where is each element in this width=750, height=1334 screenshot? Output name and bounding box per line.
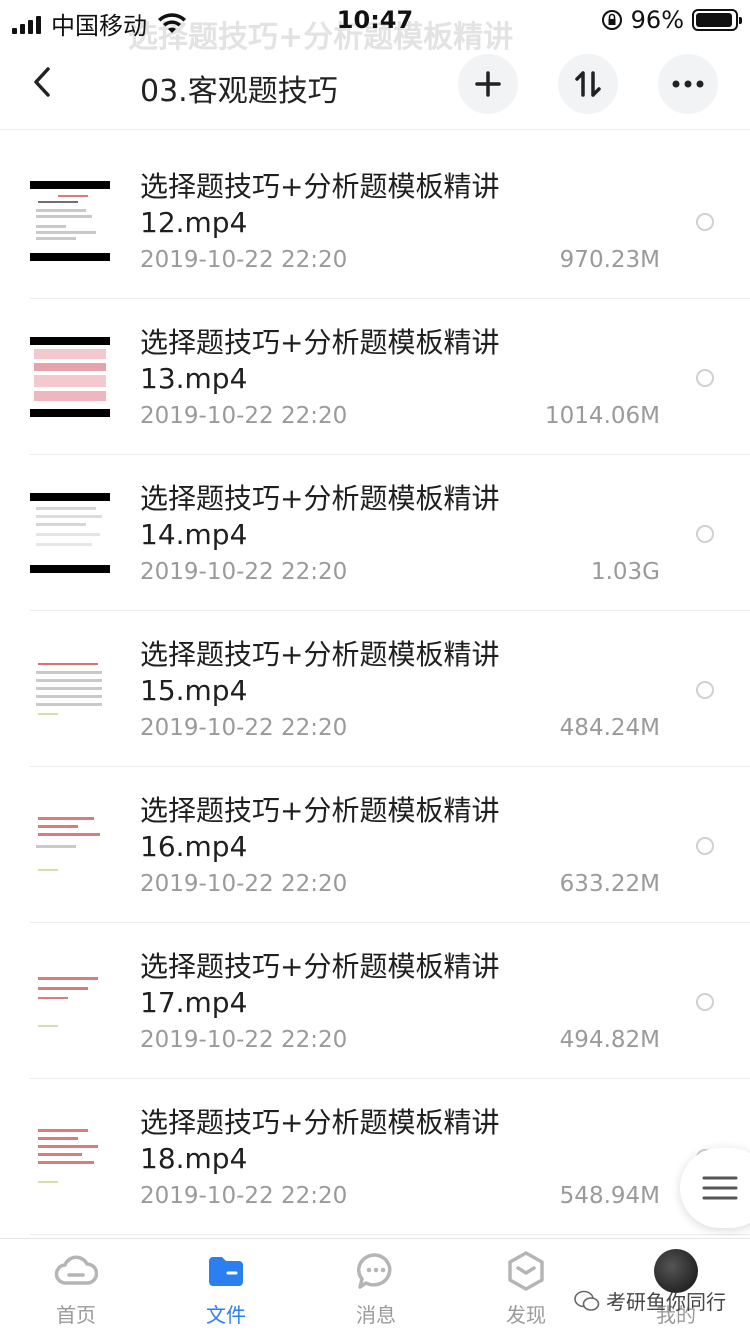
rotation-lock-icon <box>601 10 622 30</box>
file-date: 2019-10-22 22:20 <box>140 1183 348 1209</box>
file-row[interactable]: 选择题技巧+分析题模板精讲17.mp4 2019-10-22 22:20 494… <box>0 923 750 1079</box>
file-list: 选择题技巧+分析题模板精讲12.mp4 2019-10-22 22:20 970… <box>0 143 750 1235</box>
folder-icon <box>204 1249 248 1293</box>
file-size: 970.23M <box>559 247 660 273</box>
battery-icon <box>692 9 742 31</box>
file-row[interactable]: 选择题技巧+分析题模板精讲12.mp4 2019-10-22 22:20 970… <box>0 143 750 299</box>
video-thumbnail <box>30 337 110 417</box>
file-name: 选择题技巧+分析题模板精讲12.mp4 <box>140 170 500 239</box>
tab-messages[interactable]: 消息 <box>326 1249 426 1328</box>
status-right: 96% <box>601 6 742 34</box>
file-name: 选择题技巧+分析题模板精讲16.mp4 <box>140 794 500 863</box>
file-size: 484.24M <box>559 715 660 741</box>
file-size: 548.94M <box>559 1183 660 1209</box>
video-thumbnail <box>30 961 110 1041</box>
watermark: 考研鱼你同行 <box>574 1286 726 1315</box>
more-dots-icon <box>672 80 704 88</box>
tab-label: 发现 <box>506 1303 546 1327</box>
video-thumbnail <box>30 493 110 573</box>
file-size: 633.22M <box>559 871 660 897</box>
file-row[interactable]: 选择题技巧+分析题模板精讲15.mp4 2019-10-22 22:20 484… <box>0 611 750 767</box>
file-date: 2019-10-22 22:20 <box>140 559 348 585</box>
select-checkbox[interactable] <box>696 837 714 855</box>
file-name: 选择题技巧+分析题模板精讲15.mp4 <box>140 638 500 707</box>
tab-label: 消息 <box>356 1303 396 1327</box>
file-row[interactable]: 选择题技巧+分析题模板精讲16.mp4 2019-10-22 22:20 633… <box>0 767 750 923</box>
file-date: 2019-10-22 22:20 <box>140 1027 348 1053</box>
file-row[interactable]: 选择题技巧+分析题模板精讲13.mp4 2019-10-22 22:20 101… <box>0 299 750 455</box>
select-checkbox[interactable] <box>696 525 714 543</box>
tab-label: 文件 <box>206 1303 246 1327</box>
select-checkbox[interactable] <box>696 681 714 699</box>
plus-icon <box>475 71 501 97</box>
file-date: 2019-10-22 22:20 <box>140 247 348 273</box>
more-button[interactable] <box>658 54 718 114</box>
chat-bubble-icon <box>354 1249 398 1293</box>
battery-percent: 96% <box>630 6 684 34</box>
select-checkbox[interactable] <box>696 369 714 387</box>
tab-discover[interactable]: 发现 <box>476 1249 576 1328</box>
watermark-text: 考研鱼你同行 <box>606 1290 726 1314</box>
sort-button[interactable] <box>558 54 618 114</box>
file-size: 1014.06M <box>545 403 660 429</box>
hexagon-icon <box>504 1249 548 1293</box>
video-thumbnail <box>30 1117 110 1197</box>
chevron-left-icon <box>34 67 50 97</box>
status-bar: 选择题技巧+分析题模板精讲 中国移动 10:47 96% <box>0 0 750 55</box>
cloud-icon <box>54 1249 98 1293</box>
sort-arrows-icon <box>575 71 601 97</box>
file-name: 选择题技巧+分析题模板精讲18.mp4 <box>140 1106 500 1175</box>
file-name: 选择题技巧+分析题模板精讲14.mp4 <box>140 482 500 551</box>
file-date: 2019-10-22 22:20 <box>140 871 348 897</box>
page-title: 03.客观题技巧 <box>140 74 338 109</box>
select-checkbox[interactable] <box>696 993 714 1011</box>
file-row[interactable]: 选择题技巧+分析题模板精讲18.mp4 2019-10-22 22:20 548… <box>0 1079 750 1235</box>
add-button[interactable] <box>458 54 518 114</box>
select-checkbox[interactable] <box>696 213 714 231</box>
tab-label: 首页 <box>56 1303 96 1327</box>
back-button[interactable] <box>22 62 62 102</box>
tab-home[interactable]: 首页 <box>26 1249 126 1328</box>
video-thumbnail <box>30 181 110 261</box>
file-size: 1.03G <box>590 559 660 585</box>
video-thumbnail <box>30 649 110 729</box>
video-thumbnail <box>30 805 110 885</box>
file-name: 选择题技巧+分析题模板精讲17.mp4 <box>140 950 500 1019</box>
battery-fill <box>696 13 733 27</box>
tab-files[interactable]: 文件 <box>176 1249 276 1328</box>
hamburger-icon <box>702 1176 738 1200</box>
file-row[interactable]: 选择题技巧+分析题模板精讲14.mp4 2019-10-22 22:20 1.0… <box>0 455 750 611</box>
file-date: 2019-10-22 22:20 <box>140 403 348 429</box>
file-name: 选择题技巧+分析题模板精讲13.mp4 <box>140 326 500 395</box>
file-date: 2019-10-22 22:20 <box>140 715 348 741</box>
wechat-icon <box>574 1290 600 1311</box>
file-size: 494.82M <box>559 1027 660 1053</box>
floating-menu-button[interactable] <box>680 1148 750 1228</box>
